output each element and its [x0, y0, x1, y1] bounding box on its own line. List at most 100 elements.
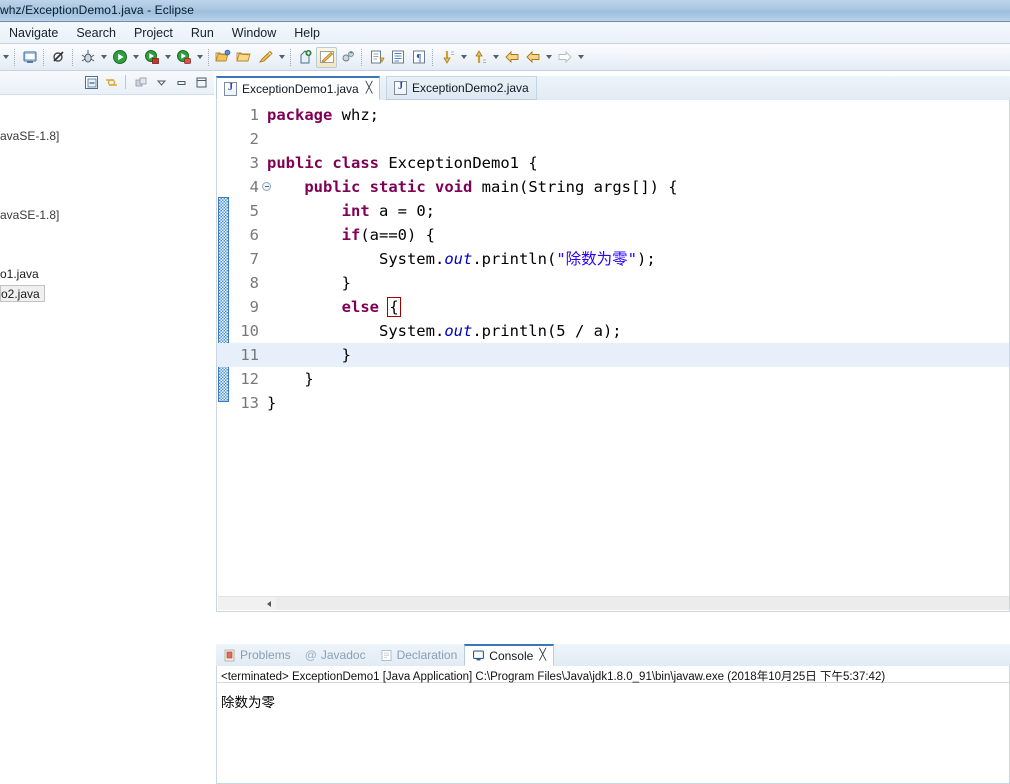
window-title: whz/ExceptionDemo1.java - Eclipse	[0, 3, 195, 17]
collapse-all-icon[interactable]	[82, 73, 100, 91]
debug-icon[interactable]	[77, 47, 98, 68]
pilcrow-icon[interactable]: ¶	[408, 47, 429, 68]
menu-item-project[interactable]: Project	[125, 24, 182, 42]
tab-label: Declaration	[396, 648, 458, 662]
external-tools-icon[interactable]	[173, 47, 194, 68]
code-line: 10 System.out.println(5 / a);	[217, 319, 1009, 343]
main-toolbar: ¶	[0, 44, 1010, 71]
code-line: 3 public class ExceptionDemo1 {	[217, 151, 1009, 175]
line-number: 9	[249, 298, 259, 316]
link-with-editor-icon[interactable]	[102, 73, 120, 91]
bottom-view-tab-bar: Problems @ Javadoc Declaration Console ╳	[216, 644, 1010, 666]
scroll-left-arrow-icon[interactable]	[262, 597, 275, 610]
run-icon[interactable]	[109, 47, 130, 68]
tab-console[interactable]: Console ╳	[464, 644, 554, 666]
menu-item-run[interactable]: Run	[182, 24, 223, 42]
toolbar-separator	[290, 48, 292, 66]
line-number: 2	[249, 130, 259, 148]
dropdown-arrow-icon[interactable]	[543, 47, 554, 68]
maximize-icon[interactable]	[192, 73, 210, 91]
tab-javadoc[interactable]: @ Javadoc	[298, 644, 373, 666]
dropdown-arrow-icon[interactable]	[130, 47, 141, 68]
search-icon[interactable]	[255, 47, 276, 68]
forward-icon[interactable]	[554, 47, 575, 68]
show-whitespace-icon[interactable]	[387, 47, 408, 68]
dropdown-arrow-icon[interactable]	[98, 47, 109, 68]
tree-item-jre-2[interactable]: avaSE-1.8]	[0, 206, 214, 225]
tree-item-exceptiondemo2[interactable]: o2.java	[0, 285, 45, 302]
editor-tab-label: ExceptionDemo2.java	[412, 81, 529, 95]
tab-label: Console	[489, 648, 534, 663]
new-java-package-icon[interactable]	[295, 47, 316, 68]
line-number: 1	[249, 106, 259, 124]
back-icon[interactable]	[501, 47, 522, 68]
coverage-icon[interactable]	[141, 47, 162, 68]
line-number: 12	[240, 370, 259, 388]
dropdown-arrow-icon[interactable]	[194, 47, 205, 68]
tab-declaration[interactable]: Declaration	[373, 644, 465, 666]
dropdown-arrow-icon[interactable]	[575, 47, 586, 68]
code-line: 9 else {	[217, 295, 1009, 319]
line-number: 3	[249, 154, 259, 172]
menu-item-search[interactable]: Search	[67, 24, 125, 42]
dropdown-arrow-icon[interactable]	[276, 47, 287, 68]
next-annotation-icon[interactable]	[366, 47, 387, 68]
menu-item-navigate[interactable]: Navigate	[0, 24, 67, 42]
line-text: }	[267, 394, 277, 412]
console-status-line: <terminated> ExceptionDemo1 [Java Applic…	[217, 666, 1009, 683]
java-file-icon	[224, 81, 237, 96]
skip-breakpoints-icon[interactable]	[48, 47, 69, 68]
declaration-icon	[380, 649, 393, 662]
package-explorer-tree: avaSE-1.8] avaSE-1.8] o1.java o2.java	[0, 97, 214, 303]
tab-label: Javadoc	[320, 648, 366, 662]
previous-edit-icon[interactable]	[469, 47, 490, 68]
view-menu-icon[interactable]	[152, 73, 170, 91]
minimize-icon[interactable]	[172, 73, 190, 91]
link-editor-icon[interactable]	[337, 47, 358, 68]
line-text: }	[267, 346, 351, 364]
tree-item-exceptiondemo1[interactable]: o1.java	[0, 265, 214, 284]
editor-tab-bar: ExceptionDemo1.java ╳ ExceptionDemo2.jav…	[216, 76, 1010, 100]
dropdown-arrow-icon[interactable]	[490, 47, 501, 68]
line-text: int a = 0;	[341, 202, 435, 220]
console-output[interactable]: 除数为零	[217, 683, 1009, 711]
next-edit-icon[interactable]	[437, 47, 458, 68]
code-line-current: 11 }	[217, 343, 1009, 367]
line-text: System.out.println("除数为零");	[267, 250, 656, 268]
focus-on-active-task-icon[interactable]	[132, 73, 150, 91]
line-text: System.out.println(5 / a);	[267, 322, 622, 340]
line-number: 4	[249, 178, 259, 196]
tab-problems[interactable]: Problems	[216, 644, 298, 666]
editor-tab-exceptiondemo1[interactable]: ExceptionDemo1.java ╳	[216, 76, 381, 100]
editor-text-area[interactable]: 1 package whz; 2 3 public class Exceptio…	[216, 100, 1010, 612]
line-number: 7	[249, 250, 259, 268]
console-body: <terminated> ExceptionDemo1 [Java Applic…	[216, 666, 1010, 784]
dropdown-arrow-icon[interactable]	[0, 47, 11, 68]
open-type-icon[interactable]	[213, 47, 234, 68]
editor-horizontal-scrollbar[interactable]	[218, 596, 1009, 610]
tree-item-jre-1[interactable]: avaSE-1.8]	[0, 127, 214, 146]
source-code: 1 package whz; 2 3 public class Exceptio…	[217, 103, 1009, 415]
menu-item-window[interactable]: Window	[223, 24, 285, 42]
menu-bar: Navigate Search Project Run Window Help	[0, 22, 1010, 44]
tab-label: Problems	[240, 648, 291, 662]
dropdown-arrow-icon[interactable]	[458, 47, 469, 68]
package-explorer-toolbar	[82, 73, 210, 91]
menu-item-help[interactable]: Help	[285, 24, 329, 42]
code-line: 6 if(a==0) {	[217, 223, 1009, 247]
line-number: 13	[240, 394, 259, 412]
close-icon[interactable]: ╳	[539, 650, 546, 661]
toolbar-separator	[361, 48, 363, 66]
toolbar-separator	[432, 48, 434, 66]
line-text: else {	[341, 297, 401, 317]
close-icon[interactable]: ╳	[366, 83, 373, 94]
open-task-icon[interactable]	[234, 47, 255, 68]
back-history-icon[interactable]	[522, 47, 543, 68]
dropdown-arrow-icon[interactable]	[162, 47, 173, 68]
new-wizard-icon[interactable]	[19, 47, 40, 68]
scrollbar-track[interactable]	[276, 597, 1009, 610]
console-pane: Problems @ Javadoc Declaration Console ╳…	[216, 644, 1010, 784]
editor-tab-exceptiondemo2[interactable]: ExceptionDemo2.java	[386, 76, 537, 100]
toggle-mark-occurrences-icon[interactable]	[316, 46, 337, 68]
console-icon	[472, 649, 485, 662]
